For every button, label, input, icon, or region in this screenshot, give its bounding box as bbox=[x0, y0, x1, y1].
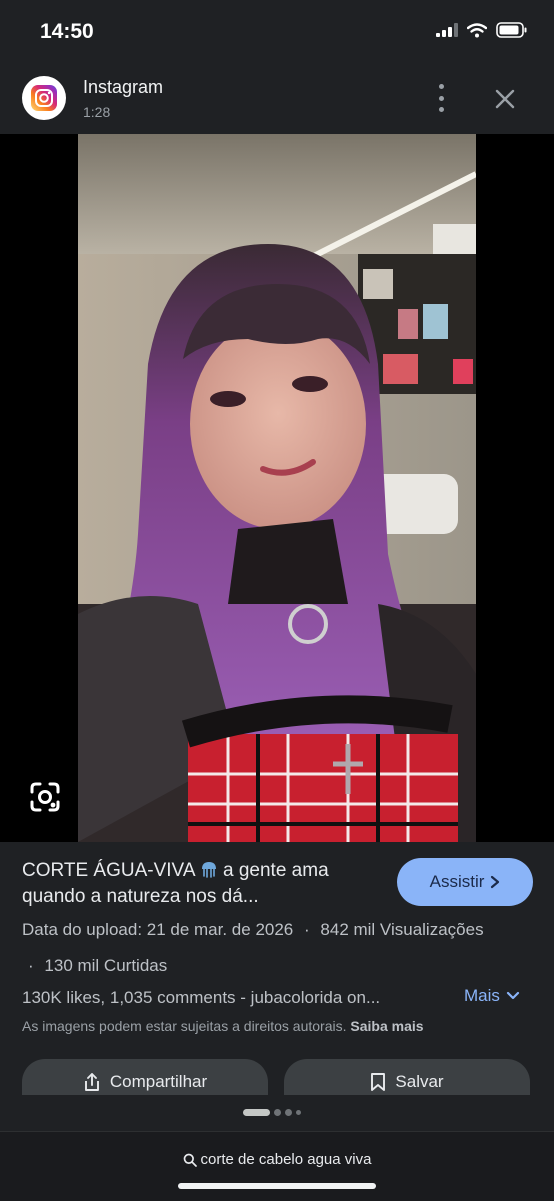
result-description: 130K likes, 1,035 comments - jubacolorid… bbox=[22, 988, 381, 1007]
dot-icon bbox=[438, 107, 444, 112]
result-header: Instagram 1:28 bbox=[0, 66, 554, 134]
close-icon[interactable] bbox=[492, 86, 518, 112]
pager-dot[interactable] bbox=[296, 1110, 301, 1115]
upload-info: Data do upload: 21 de mar. de 2026 · 842… bbox=[22, 920, 484, 940]
dot-icon bbox=[438, 95, 444, 101]
search-icon bbox=[183, 1153, 197, 1167]
dot-icon bbox=[438, 84, 444, 89]
meta-separator: · bbox=[304, 920, 310, 939]
pager-dot[interactable] bbox=[274, 1109, 281, 1116]
copyright-text: As imagens podem estar sujeitas a direit… bbox=[22, 1018, 347, 1034]
jellyfish-icon bbox=[201, 862, 216, 878]
search-query-text: corte de cabelo agua viva bbox=[200, 1151, 372, 1168]
upload-date: Data do upload: 21 de mar. de 2026 bbox=[22, 920, 294, 939]
instagram-icon bbox=[22, 76, 66, 120]
more-button-label: Mais bbox=[464, 986, 500, 1005]
result-title-part1: CORTE ÁGUA-VIVA bbox=[22, 860, 195, 881]
likes-info: · 130 mil Curtidas bbox=[28, 956, 167, 976]
search-query-chip[interactable]: corte de cabelo agua viva bbox=[0, 1151, 554, 1168]
status-icons bbox=[436, 22, 528, 38]
pager-area bbox=[0, 1095, 554, 1131]
visit-button[interactable]: Assistir bbox=[397, 858, 533, 906]
bookmark-icon bbox=[371, 1073, 386, 1091]
visit-button-label: Assistir bbox=[429, 872, 485, 891]
chevron-right-icon bbox=[491, 875, 500, 889]
chevron-down-icon bbox=[506, 991, 520, 1000]
more-options-button[interactable] bbox=[430, 84, 452, 112]
view-count: 842 mil Visualizações bbox=[320, 920, 484, 939]
pager-dot[interactable] bbox=[285, 1109, 292, 1116]
home-indicator[interactable] bbox=[178, 1183, 376, 1189]
share-button-label: Compartilhar bbox=[109, 1072, 208, 1091]
status-time: 14:50 bbox=[40, 20, 94, 43]
search-bar-bottom[interactable]: corte de cabelo agua viva bbox=[0, 1131, 554, 1201]
result-pager[interactable] bbox=[243, 1109, 301, 1116]
video-duration: 1:28 bbox=[83, 104, 111, 120]
likes-count: 130 mil Curtidas bbox=[44, 956, 168, 975]
more-button[interactable]: Mais bbox=[464, 986, 520, 1006]
share-icon bbox=[84, 1073, 99, 1091]
media-preview[interactable] bbox=[0, 134, 554, 842]
copyright-notice: As imagens podem estar sujeitas a direit… bbox=[22, 1018, 424, 1034]
meta-separator: · bbox=[28, 956, 34, 975]
learn-more-link[interactable]: Saiba mais bbox=[350, 1018, 423, 1034]
battery-icon bbox=[496, 22, 527, 38]
result-image[interactable] bbox=[78, 134, 476, 842]
wifi-icon bbox=[467, 22, 487, 37]
status-bar: 14:50 bbox=[0, 0, 554, 66]
pager-dot-active[interactable] bbox=[243, 1109, 270, 1116]
google-lens-icon[interactable] bbox=[28, 780, 62, 814]
result-title[interactable]: CORTE ÁGUA-VIVA a gente ama quando a nat… bbox=[22, 858, 372, 910]
cellular-signal-icon bbox=[436, 23, 458, 37]
source-app-name: Instagram bbox=[83, 77, 164, 97]
save-button-label: Salvar bbox=[395, 1072, 444, 1091]
